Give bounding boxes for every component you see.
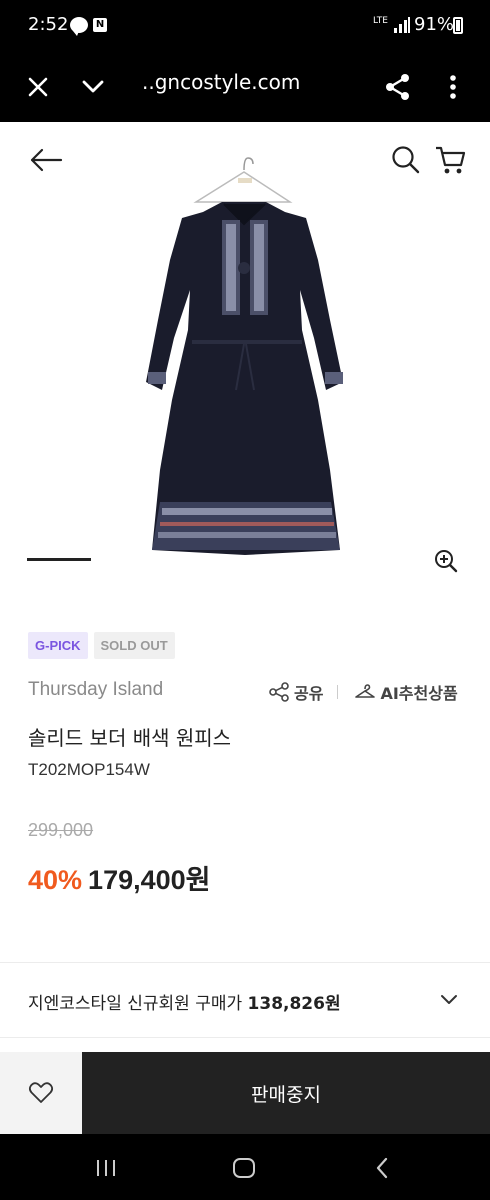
product-name: 솔리드 보더 배색 원피스 — [28, 726, 232, 750]
url-text[interactable]: ..gncostyle.com — [142, 70, 300, 94]
brand-name[interactable]: Thursday Island — [28, 679, 163, 701]
badge-list: G-PICK SOLD OUT — [28, 632, 175, 659]
purchase-bar: 판매중지 — [0, 1052, 490, 1134]
sale-stopped-button[interactable]: 판매중지 — [82, 1052, 490, 1134]
home-icon — [233, 1158, 255, 1178]
chevron-down-icon — [82, 80, 104, 93]
cart-icon — [436, 146, 466, 174]
product-image[interactable] — [0, 150, 490, 605]
share-label: 공유 — [294, 684, 324, 703]
status-bar: 2:52 N LTE 91% — [0, 0, 490, 52]
recent-apps-button[interactable] — [84, 1148, 128, 1188]
search-button[interactable] — [384, 138, 428, 182]
n-icon: N — [93, 18, 107, 32]
member-price-label: 지엔코스타일 신규회원 구매가 — [28, 994, 248, 1014]
original-price: 299,000 — [28, 820, 94, 840]
back-icon — [376, 1157, 388, 1179]
battery-icon — [453, 17, 463, 34]
sale-price: 179,400원 — [88, 865, 211, 895]
chevron-down-icon — [441, 995, 457, 1004]
recent-apps-icon — [97, 1160, 115, 1176]
battery-percent: 91% — [414, 14, 455, 35]
share-product-button[interactable]: 공유 — [268, 680, 323, 704]
sale-price-row: 40% 179,400원 — [28, 858, 211, 897]
talk-icon — [70, 17, 88, 36]
zoom-button[interactable] — [428, 543, 464, 579]
hanger-icon — [355, 684, 376, 698]
gpick-badge: G-PICK — [28, 632, 88, 659]
system-nav-bar — [0, 1134, 490, 1200]
image-indicator — [27, 558, 91, 561]
cart-button[interactable] — [428, 138, 472, 182]
close-icon — [28, 77, 48, 97]
divider — [0, 1037, 490, 1038]
ai-recommend-button[interactable]: AI추천상품 — [354, 680, 458, 704]
zoom-in-icon — [435, 550, 458, 573]
page-header — [0, 122, 490, 202]
product-code: T202MOP154W — [28, 760, 150, 779]
browser-toolbar: ..gncostyle.com — [0, 52, 490, 122]
discount-rate: 40% — [28, 865, 83, 895]
share-button[interactable] — [375, 64, 421, 110]
member-price-row[interactable]: 지엔코스타일 신규회원 구매가 138,826원 — [0, 963, 490, 1037]
share-icon — [269, 682, 289, 702]
product-actions: 공유 AI추천상품 — [268, 679, 458, 705]
arrow-left-icon — [30, 148, 63, 172]
home-button[interactable] — [222, 1148, 266, 1188]
wishlist-button[interactable] — [0, 1052, 82, 1134]
more-vertical-icon — [450, 75, 456, 99]
more-button[interactable] — [430, 64, 476, 110]
sold-out-badge: SOLD OUT — [93, 632, 175, 659]
status-time: 2:52 — [28, 14, 69, 35]
back-nav-button[interactable] — [360, 1148, 404, 1188]
collapse-button[interactable] — [70, 64, 116, 110]
share-icon — [386, 74, 409, 100]
member-price-text: 지엔코스타일 신규회원 구매가 138,826원 — [28, 989, 341, 1014]
close-button[interactable] — [15, 64, 61, 110]
member-price-value: 138,826원 — [247, 994, 341, 1014]
action-divider — [337, 685, 339, 699]
heart-icon — [28, 1082, 54, 1103]
back-button[interactable] — [24, 138, 68, 182]
lte-label: LTE — [373, 16, 388, 26]
signal-icon — [394, 17, 410, 33]
search-icon — [392, 146, 420, 174]
ai-recommend-label: AI추천상품 — [380, 684, 458, 703]
